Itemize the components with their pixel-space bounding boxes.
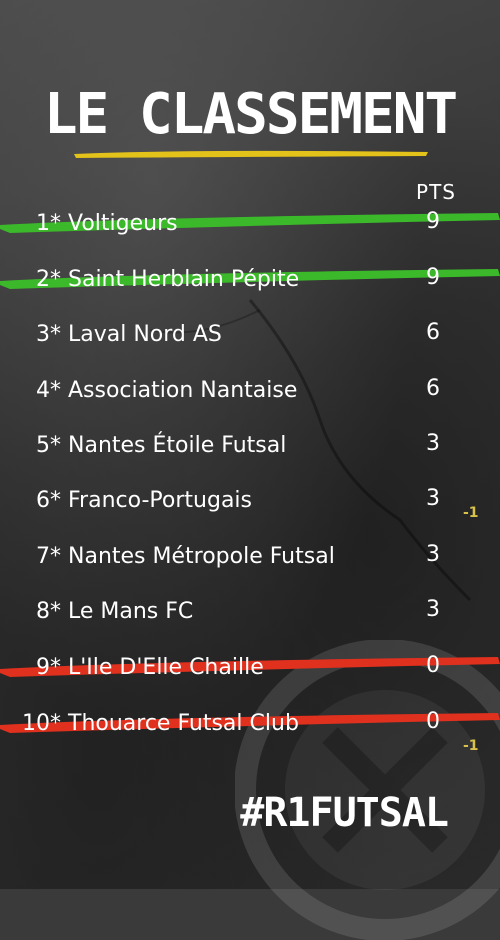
rank-number: 9* bbox=[36, 655, 61, 680]
team-label: 8* Le Mans FC bbox=[36, 599, 193, 624]
standing-row: 8* Le Mans FC 3 bbox=[0, 593, 500, 633]
team-points: 6 bbox=[426, 376, 440, 401]
team-label: 5* Nantes Étoile Futsal bbox=[36, 433, 286, 458]
rank-number: 10* bbox=[22, 711, 61, 736]
team-points: 9 bbox=[426, 209, 440, 234]
team-name: Franco-Portugais bbox=[68, 488, 253, 513]
rank-number: 7* bbox=[36, 544, 61, 569]
team-points: 9 bbox=[426, 265, 440, 290]
title-underline bbox=[74, 150, 428, 158]
penalty-note: -1 bbox=[463, 505, 479, 521]
rank-number: 6* bbox=[36, 488, 61, 513]
standing-row: 10* Thouarce Futsal Club 0 bbox=[0, 705, 500, 745]
team-points: 3 bbox=[426, 431, 440, 456]
rank-number: 5* bbox=[36, 433, 61, 458]
team-name: Voltigeurs bbox=[68, 211, 178, 236]
standing-row: 6* Franco-Portugais 3 bbox=[0, 482, 500, 522]
team-label: 2* Saint Herblain Pépite bbox=[36, 267, 299, 292]
team-name: Nantes Métropole Futsal bbox=[68, 544, 335, 569]
team-points: 6 bbox=[426, 320, 440, 345]
team-label: 4* Association Nantaise bbox=[36, 378, 297, 403]
team-name: Saint Herblain Pépite bbox=[68, 267, 300, 292]
team-label: 3* Laval Nord AS bbox=[36, 322, 222, 347]
standing-row: 2* Saint Herblain Pépite 9 bbox=[0, 261, 500, 301]
team-name: Thouarce Futsal Club bbox=[68, 711, 299, 736]
team-name: L'Ile D'Elle Chaille bbox=[68, 655, 264, 680]
rank-number: 8* bbox=[36, 599, 61, 624]
rank-number: 1* bbox=[36, 211, 61, 236]
team-points: 3 bbox=[426, 542, 440, 567]
standing-row: 7* Nantes Métropole Futsal 3 bbox=[0, 538, 500, 578]
team-label: 6* Franco-Portugais bbox=[36, 488, 252, 513]
team-points: 0 bbox=[426, 709, 440, 734]
rank-number: 3* bbox=[36, 322, 61, 347]
team-label: 1* Voltigeurs bbox=[36, 211, 178, 236]
team-points: 3 bbox=[426, 486, 440, 511]
team-label: 9* L'Ile D'Elle Chaille bbox=[36, 655, 264, 680]
page-title: LE CLASSEMENT bbox=[43, 82, 458, 147]
rank-number: 2* bbox=[36, 267, 61, 292]
team-name: Le Mans FC bbox=[68, 599, 194, 624]
team-name: Laval Nord AS bbox=[68, 322, 222, 347]
standing-row: 4* Association Nantaise 6 bbox=[0, 372, 500, 412]
penalty-note: -1 bbox=[463, 738, 479, 754]
team-points: 0 bbox=[426, 653, 440, 678]
standing-row: 5* Nantes Étoile Futsal 3 bbox=[0, 427, 500, 467]
hashtag: #R1FUTSAL bbox=[240, 790, 449, 836]
team-label: 7* Nantes Métropole Futsal bbox=[36, 544, 335, 569]
standing-row: 9* L'Ile D'Elle Chaille 0 bbox=[0, 649, 500, 689]
team-name: Nantes Étoile Futsal bbox=[68, 433, 287, 458]
team-name: Association Nantaise bbox=[68, 378, 298, 403]
standing-row: 3* Laval Nord AS 6 bbox=[0, 316, 500, 356]
rank-number: 4* bbox=[36, 378, 61, 403]
standing-row: 1* Voltigeurs 9 bbox=[0, 205, 500, 245]
points-column-header: PTS bbox=[416, 180, 456, 204]
team-label: 10* Thouarce Futsal Club bbox=[22, 711, 299, 736]
team-points: 3 bbox=[426, 597, 440, 622]
